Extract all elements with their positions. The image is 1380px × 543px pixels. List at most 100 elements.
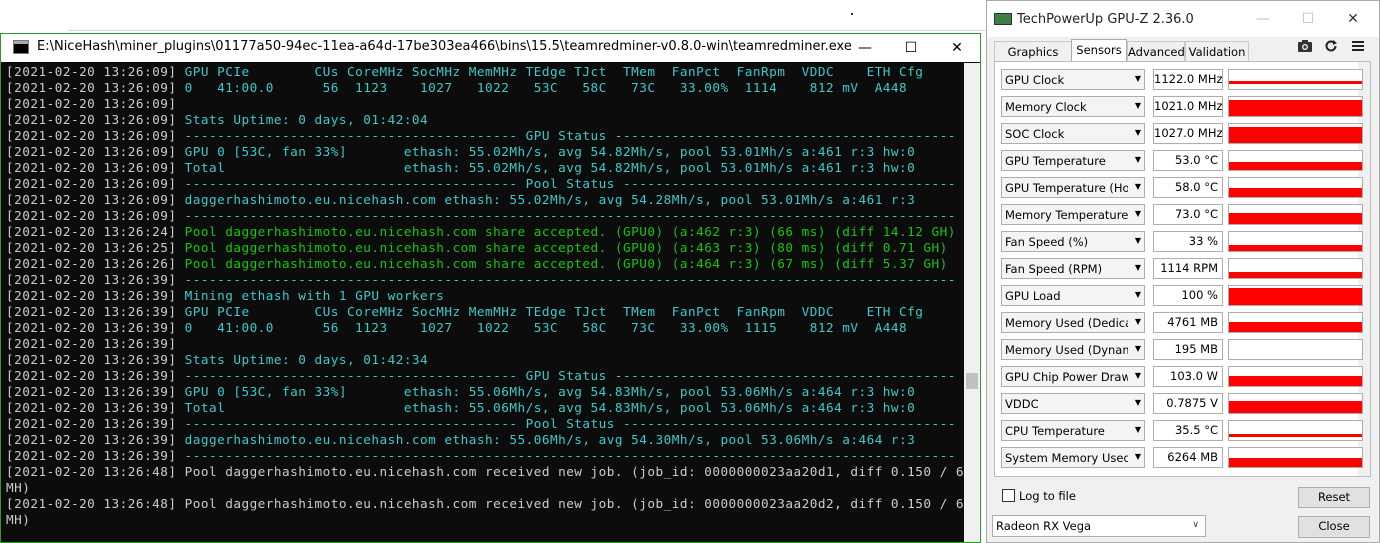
device-select[interactable]: Radeon RX Vega ∨	[992, 515, 1206, 537]
sensor-graph	[1228, 312, 1363, 333]
sensor-select[interactable]: Fan Speed (RPM) ▼	[1001, 258, 1145, 279]
sensor-select[interactable]: SOC Clock ▼	[1001, 123, 1145, 144]
background-divider	[68, 30, 988, 31]
reset-button[interactable]: Reset	[1298, 487, 1370, 508]
sensor-graph	[1228, 285, 1363, 306]
sensor-graph	[1228, 123, 1363, 144]
close-button[interactable]: ✕	[934, 34, 980, 62]
tab-advanced[interactable]: Advanced	[1127, 41, 1185, 61]
console-message: GPU PCIe CUs CoreMHz SocMHz MemMHz TEdge…	[176, 64, 924, 79]
sensor-graph	[1228, 96, 1363, 117]
console-message: ----------------------------------------…	[176, 272, 956, 287]
console-timestamp: [2021-02-20 13:26:24]	[6, 224, 177, 239]
console-line: [2021-02-20 13:26:09] ------------------…	[6, 176, 956, 192]
sensor-value: 1021.0 MHz	[1153, 96, 1223, 117]
gpuz-close-button[interactable]: ✕	[1330, 1, 1376, 37]
sensor-select[interactable]: Memory Clock ▼	[1001, 96, 1145, 117]
console-titlebar[interactable]: E:\NiceHash\miner_plugins\01177a50-94ec-…	[1, 34, 980, 62]
sensor-select[interactable]: Fan Speed (%) ▼	[1001, 231, 1145, 252]
dropdown-arrow-icon: ▼	[1134, 452, 1141, 461]
sensor-value: 35.5 °C	[1153, 420, 1223, 441]
console-timestamp: [2021-02-20 13:26:09]	[6, 64, 177, 79]
console-scroll-thumb[interactable]	[966, 373, 978, 389]
sensor-select[interactable]: Memory Used (Dedicated) ▼	[1001, 312, 1145, 333]
console-timestamp: [2021-02-20 13:26:39]	[6, 304, 177, 319]
sensor-select[interactable]: GPU Clock ▼	[1001, 69, 1145, 90]
sensor-select[interactable]: GPU Temperature (Hot Spot) ▼	[1001, 177, 1145, 198]
dropdown-arrow-icon: ▼	[1134, 101, 1141, 110]
console-timestamp: [2021-02-20 13:26:09]	[6, 160, 177, 175]
gpuz-minimize-button[interactable]: —	[1240, 1, 1286, 37]
console-message: ----------------------------------------…	[176, 448, 956, 463]
maximize-button[interactable]: ☐	[888, 34, 934, 62]
console-timestamp: [2021-02-20 13:26:09]	[6, 192, 177, 207]
console-message: ----------------------------------------…	[176, 208, 956, 223]
console-message: GPU 0 [53C, fan 33%] ethash: 55.06Mh/s, …	[176, 384, 916, 399]
console-line: [2021-02-20 13:26:09] ------------------…	[6, 128, 956, 144]
gpuz-maximize-button[interactable]: ☐	[1285, 1, 1331, 37]
log-to-file-checkbox[interactable]: Log to file	[1002, 489, 1076, 503]
console-output[interactable]: [2021-02-20 13:26:09] GPU PCIe CUs CoreM…	[1, 63, 964, 542]
sensor-select[interactable]: GPU Chip Power Draw ▼	[1001, 366, 1145, 387]
console-message: ----------------------------------------…	[176, 368, 956, 383]
console-timestamp: [2021-02-20 13:26:39]	[6, 448, 177, 463]
console-message: Pool daggerhashimoto.eu.nicehash.com rec…	[176, 496, 964, 511]
sensor-select[interactable]: CPU Temperature ▼	[1001, 420, 1145, 441]
console-message: Stats Uptime: 0 days, 01:42:34	[176, 352, 429, 367]
gpuz-window[interactable]: TechPowerUp GPU-Z 2.36.0 — ☐ ✕ Graphics …	[986, 0, 1380, 543]
console-message: MH)	[6, 480, 31, 495]
sensor-select[interactable]: GPU Load ▼	[1001, 285, 1145, 306]
console-message: Total ethash: 55.02Mh/s, avg 54.82Mh/s, …	[176, 160, 916, 175]
dropdown-arrow-icon: ▼	[1134, 155, 1141, 164]
console-scrollbar[interactable]	[964, 63, 980, 542]
console-message: daggerhashimoto.eu.nicehash.com ethash: …	[176, 432, 916, 447]
console-line: [2021-02-20 13:26:48] Pool daggerhashimo…	[6, 496, 964, 512]
menu-icon[interactable]	[1351, 39, 1365, 57]
console-message: Stats Uptime: 0 days, 01:42:04	[176, 112, 429, 127]
sensor-label: Fan Speed (%)	[1005, 235, 1089, 249]
gpuz-titlebar[interactable]: TechPowerUp GPU-Z 2.36.0 — ☐ ✕	[987, 1, 1379, 37]
console-timestamp: [2021-02-20 13:26:09]	[6, 80, 177, 95]
console-line: [2021-02-20 13:26:39] ------------------…	[6, 368, 956, 384]
sensor-graph-fill	[1229, 376, 1362, 386]
console-timestamp: [2021-02-20 13:26:09]	[6, 96, 177, 111]
sensor-graph-fill	[1229, 272, 1362, 278]
refresh-icon[interactable]	[1324, 39, 1338, 57]
console-timestamp: [2021-02-20 13:26:09]	[6, 176, 177, 191]
checkbox-box[interactable]	[1002, 489, 1015, 502]
tab-sensors[interactable]: Sensors	[1071, 39, 1127, 62]
sensor-value: 100 %	[1153, 285, 1223, 306]
sensor-select[interactable]: VDDC ▼	[1001, 393, 1145, 414]
camera-icon[interactable]	[1297, 39, 1313, 57]
console-message: GPU PCIe CUs CoreMHz SocMHz MemMHz TEdge…	[176, 304, 924, 319]
sensor-label: Fan Speed (RPM)	[1005, 262, 1103, 276]
dropdown-arrow-icon: ▼	[1134, 344, 1141, 353]
console-message: 0 41:00.0 56 1123 1027 1022 53C 58C 73C …	[176, 80, 908, 95]
console-window[interactable]: E:\NiceHash\miner_plugins\01177a50-94ec-…	[0, 33, 981, 543]
console-timestamp: [2021-02-20 13:26:39]	[6, 336, 177, 351]
console-message: Pool daggerhashimoto.eu.nicehash.com sha…	[176, 256, 948, 271]
sensor-graph-fill	[1229, 100, 1362, 116]
sensor-graph-fill	[1229, 401, 1362, 413]
console-timestamp: [2021-02-20 13:26:25]	[6, 240, 177, 255]
close-app-button[interactable]: Close	[1298, 516, 1370, 538]
console-line: [2021-02-20 13:26:48] Pool daggerhashimo…	[6, 464, 964, 480]
tab-graphics-card[interactable]: Graphics Card	[994, 41, 1072, 79]
minimize-button[interactable]: —	[842, 34, 888, 62]
sensor-value: 1114 RPM	[1153, 258, 1223, 279]
sensor-graph-fill	[1229, 81, 1362, 84]
console-message: ----------------------------------------…	[176, 176, 956, 191]
console-timestamp: [2021-02-20 13:26:48]	[6, 464, 177, 479]
sensor-graph-fill	[1229, 162, 1362, 170]
tab-validation[interactable]: Validation	[1185, 41, 1249, 61]
console-timestamp: [2021-02-20 13:26:39]	[6, 320, 177, 335]
console-line: [2021-02-20 13:26:39] ------------------…	[6, 416, 956, 432]
sensor-select[interactable]: Memory Used (Dynamic) ▼	[1001, 339, 1145, 360]
console-line: [2021-02-20 13:26:09] 0 41:00.0 56 1123 …	[6, 80, 907, 96]
sensor-select[interactable]: System Memory Used ▼	[1001, 447, 1145, 468]
console-timestamp: [2021-02-20 13:26:39]	[6, 432, 177, 447]
sensor-graph	[1228, 177, 1363, 198]
sensor-select[interactable]: Memory Temperature ▼	[1001, 204, 1145, 225]
sensor-select[interactable]: GPU Temperature ▼	[1001, 150, 1145, 171]
console-timestamp: [2021-02-20 13:26:39]	[6, 272, 177, 287]
